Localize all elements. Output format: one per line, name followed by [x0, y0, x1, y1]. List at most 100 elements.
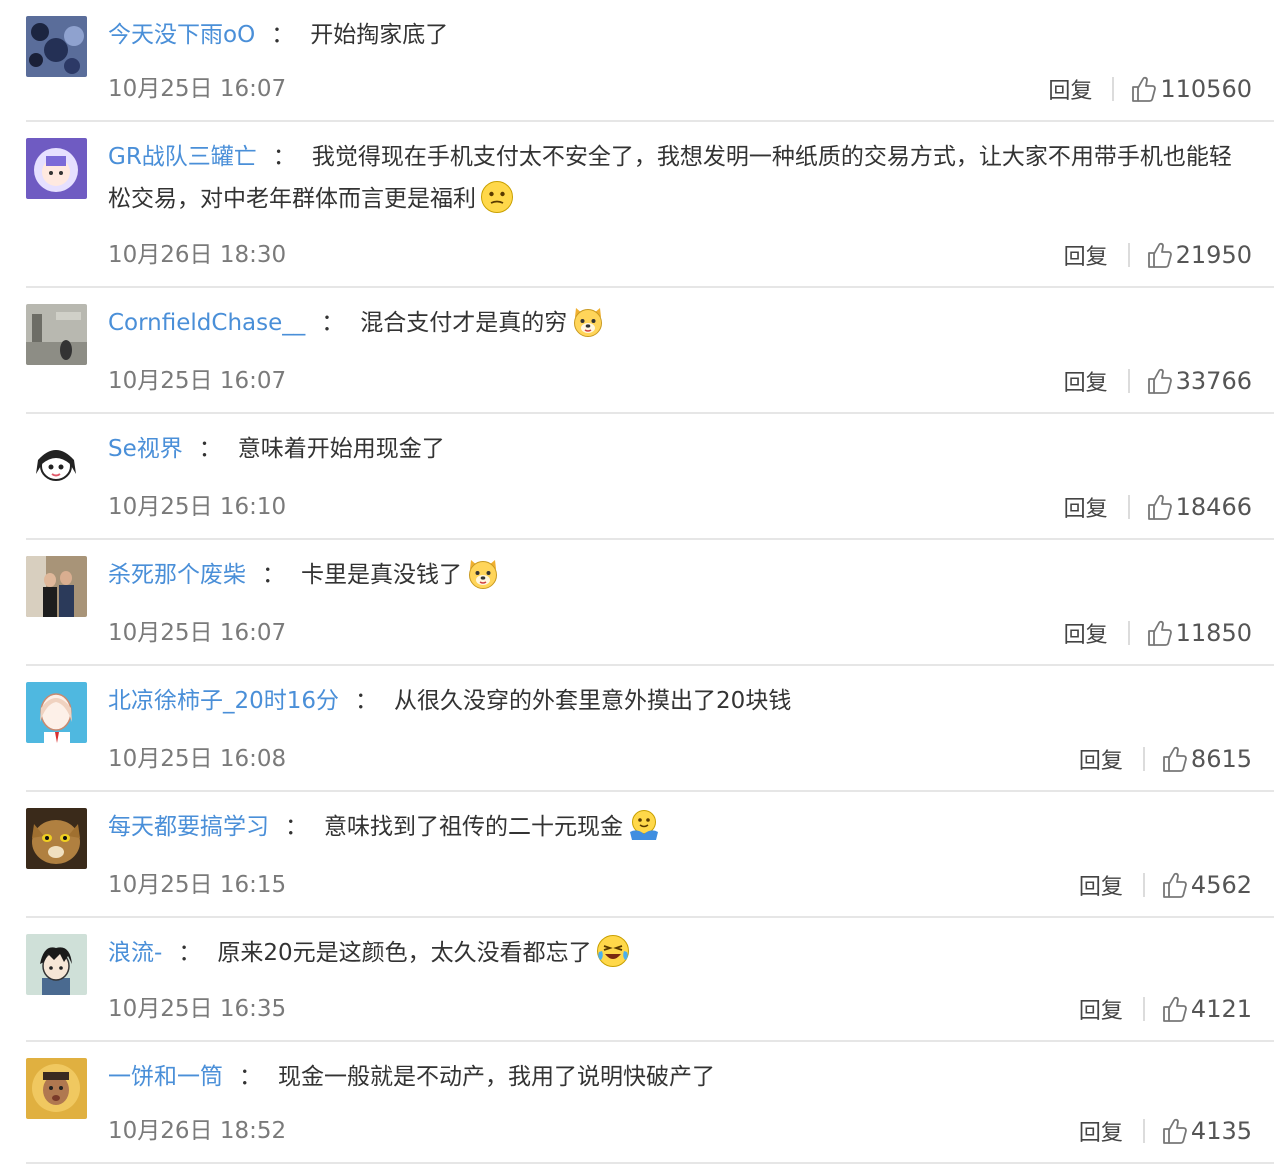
avatar[interactable] [26, 16, 87, 77]
comment-time: 10月25日 16:15 [108, 872, 287, 898]
thumbs-up-icon[interactable] [1130, 75, 1157, 103]
comment-time: 10月25日 16:08 [108, 746, 287, 772]
comment-text-line: 一饼和一筒 ： 现金一般就是不动产，我用了说明快破产了 [108, 1056, 1252, 1098]
comment-body: 浪流- ： 原来20元是这颜色，太久没看都忘了 [108, 932, 1252, 974]
like-count[interactable]: 11850 [1176, 619, 1252, 647]
comment-body: 北凉徐柿子_20时16分 ： 从很久没穿的外套里意外摸出了20块钱 [108, 680, 1252, 722]
comment-body: CornfieldChase__ ： 混合支付才是真的穷 [108, 302, 1252, 344]
comment-meta: 10月25日 16:08 回复 8615 [108, 742, 1252, 776]
like-count[interactable]: 33766 [1176, 367, 1252, 395]
avatar[interactable] [26, 682, 87, 743]
like-count[interactable]: 21950 [1176, 241, 1252, 269]
thinking-face-emoji-icon [480, 180, 514, 214]
action-divider [1127, 369, 1130, 393]
action-divider [1127, 495, 1130, 519]
separator: ： [355, 688, 379, 714]
comment-meta: 10月25日 16:15 回复 4562 [108, 868, 1252, 902]
doge-face-emoji-icon [571, 304, 605, 338]
action-divider [1127, 621, 1130, 645]
comment-body: GR战队三罐亡：我觉得现在手机支付太不安全了，我想发明一种纸质的交易方式，让大家… [108, 136, 1252, 220]
avatar[interactable] [26, 430, 87, 491]
comment-body: 一饼和一筒 ： 现金一般就是不动产，我用了说明快破产了 [108, 1056, 1252, 1098]
comment-content: 意味找到了祖传的二十元现金 [324, 814, 623, 840]
username-link[interactable]: CornfieldChase__ [108, 310, 305, 336]
avatar[interactable] [26, 138, 87, 199]
username-link[interactable]: 一饼和一筒 [108, 1064, 223, 1090]
comment-actions: 回复 4135 [1079, 1114, 1252, 1148]
separator: ： [198, 436, 222, 462]
comment-item: GR战队三罐亡：我觉得现在手机支付太不安全了，我想发明一种纸质的交易方式，让大家… [26, 122, 1274, 288]
thumbs-up-icon[interactable] [1161, 745, 1187, 773]
thumbs-up-icon[interactable] [1161, 1117, 1187, 1145]
avatar[interactable] [26, 556, 87, 617]
thumbs-up-icon[interactable] [1146, 493, 1172, 521]
thumbs-up-icon[interactable] [1161, 995, 1187, 1023]
reply-button[interactable]: 回复 [1064, 491, 1108, 523]
comment-body: 今天没下雨oO ： 开始掏家底了 [108, 14, 1252, 56]
comment-text-line: CornfieldChase__ ： 混合支付才是真的穷 [108, 302, 1252, 344]
username-link[interactable]: 每天都要搞学习 [108, 814, 269, 840]
avatar[interactable] [26, 808, 87, 869]
comment-meta: 10月26日 18:30 回复 21950 [108, 238, 1252, 272]
comment-actions: 回复 21950 [1064, 238, 1252, 272]
avatar[interactable] [26, 1058, 87, 1119]
comment-content: 原来20元是这颜色，太久没看都忘了 [217, 940, 592, 966]
comment-list: 今天没下雨oO ： 开始掏家底了 10月25日 16:07 回复 110560 GR… [0, 0, 1282, 1164]
like-count[interactable]: 110560 [1160, 75, 1252, 103]
action-divider [1142, 997, 1145, 1021]
username-link[interactable]: Se视界 [108, 436, 183, 462]
comment-content: 从很久没穿的外套里意外摸出了20块钱 [394, 688, 792, 714]
comment-content: 混合支付才是真的穷 [360, 310, 568, 336]
comment-item: Se视界 ： 意味着开始用现金了 10月25日 16:10 回复 18466 [26, 414, 1274, 540]
separator: ： [272, 144, 296, 170]
avatar[interactable] [26, 304, 87, 365]
reply-button[interactable]: 回复 [1064, 239, 1108, 271]
like-count[interactable]: 4562 [1191, 871, 1252, 899]
comment-actions: 回复 18466 [1064, 490, 1252, 524]
comment-item: 一饼和一筒 ： 现金一般就是不动产，我用了说明快破产了 10月26日 18:52 回… [26, 1042, 1274, 1164]
comment-text-line: 杀死那个废柴 ： 卡里是真没钱了 [108, 554, 1252, 596]
thumbs-up-icon[interactable] [1146, 619, 1172, 647]
reply-button[interactable]: 回复 [1079, 869, 1123, 901]
avatar[interactable] [26, 934, 87, 995]
username-link[interactable]: 浪流- [108, 940, 162, 966]
reply-button[interactable]: 回复 [1079, 1115, 1123, 1147]
like-count[interactable]: 8615 [1191, 745, 1252, 773]
comment-actions: 回复 11850 [1064, 616, 1252, 650]
username-link[interactable]: 杀死那个废柴 [108, 562, 246, 588]
comment-time: 10月25日 16:07 [108, 368, 287, 394]
thumbs-up-icon[interactable] [1146, 241, 1172, 269]
reply-button[interactable]: 回复 [1048, 73, 1092, 105]
action-divider [1142, 873, 1145, 897]
comment-content: 开始掏家底了 [310, 22, 449, 48]
thumbs-up-icon[interactable] [1146, 367, 1172, 395]
comment-content: 意味着开始用现金了 [237, 436, 445, 462]
separator: ： [285, 814, 308, 840]
comment-meta: 10月25日 16:35 回复 4121 [108, 992, 1252, 1026]
separator: ： [239, 1064, 262, 1090]
comment-text-line: GR战队三罐亡：我觉得现在手机支付太不安全了，我想发明一种纸质的交易方式，让大家… [108, 136, 1252, 220]
comment-actions: 回复 8615 [1079, 742, 1252, 776]
reply-button[interactable]: 回复 [1079, 993, 1123, 1025]
comment-text-line: 每天都要搞学习 ： 意味找到了祖传的二十元现金 [108, 806, 1252, 848]
comment-actions: 回复 33766 [1064, 364, 1252, 398]
comment-time: 10月25日 16:07 [108, 620, 287, 646]
like-count[interactable]: 4135 [1191, 1117, 1252, 1145]
username-link[interactable]: 今天没下雨oO [108, 22, 255, 48]
laugh-cry-face-emoji-icon [596, 934, 630, 968]
action-divider [1127, 243, 1130, 267]
reply-button[interactable]: 回复 [1064, 365, 1108, 397]
username-link[interactable]: 北凉徐柿子_20时16分 [108, 688, 339, 714]
comment-content: 现金一般就是不动产，我用了说明快破产了 [278, 1064, 715, 1090]
like-count[interactable]: 18466 [1176, 493, 1252, 521]
reply-button[interactable]: 回复 [1064, 617, 1108, 649]
reply-button[interactable]: 回复 [1079, 743, 1123, 775]
username-link[interactable]: GR战队三罐亡 [108, 144, 257, 170]
separator: ： [271, 22, 295, 48]
comment-time: 10月25日 16:35 [108, 996, 287, 1022]
like-count[interactable]: 4121 [1191, 995, 1252, 1023]
comment-text-line: 今天没下雨oO ： 开始掏家底了 [108, 14, 1252, 56]
thumbs-up-icon[interactable] [1161, 871, 1187, 899]
separator: ： [178, 940, 202, 966]
comment-actions: 回复 110560 [1048, 72, 1252, 106]
